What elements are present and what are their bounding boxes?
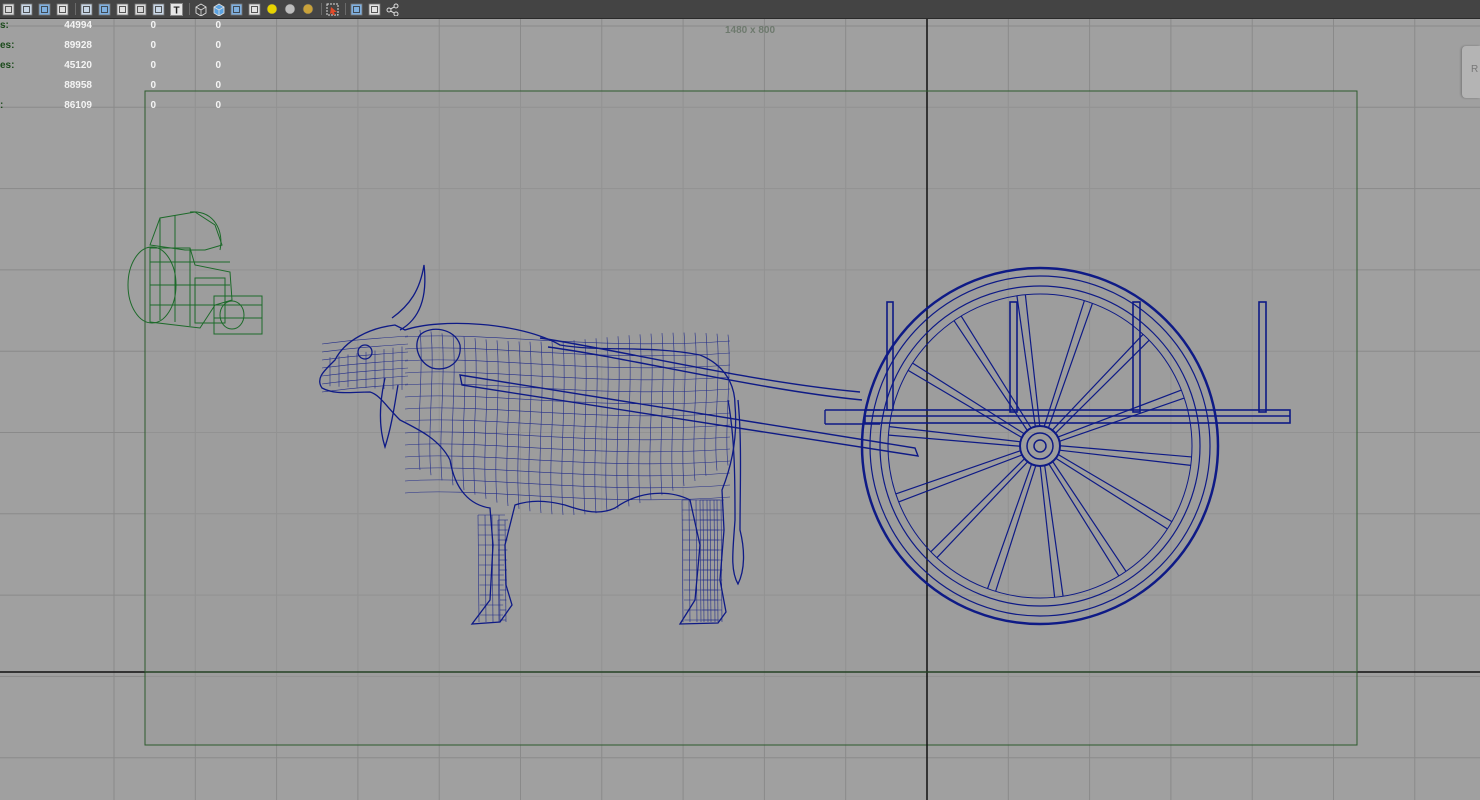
hud-value-selected: 0 bbox=[150, 20, 156, 31]
wireframe-cube-icon[interactable] bbox=[192, 1, 208, 17]
bounding-box-icon[interactable] bbox=[348, 1, 364, 17]
hud-value-objects: 86109 bbox=[64, 100, 92, 111]
hud-value-triangles: 0 bbox=[215, 100, 221, 111]
shadow-sphere-icon[interactable] bbox=[282, 1, 298, 17]
viewport-toolbar: T bbox=[0, 0, 1480, 19]
wireframe-shading-icon[interactable] bbox=[78, 1, 94, 17]
hud-row-label: : bbox=[0, 100, 4, 111]
hud-row-label: es: bbox=[0, 60, 15, 71]
camera-viewport[interactable]: 1480 x 800 bbox=[0, 19, 1480, 800]
hud-value-objects: 88958 bbox=[64, 80, 92, 91]
hud-row-label: es: bbox=[0, 40, 15, 51]
hud-value-objects: 45120 bbox=[64, 60, 92, 71]
safe-title-icon[interactable] bbox=[150, 1, 166, 17]
text-overlay-icon[interactable]: T bbox=[168, 1, 184, 17]
film-gate-icon[interactable] bbox=[0, 1, 16, 17]
hud-value-triangles: 0 bbox=[215, 20, 221, 31]
field-chart-icon[interactable] bbox=[114, 1, 130, 17]
gate-mask-icon[interactable] bbox=[36, 1, 52, 17]
frame-all-icon[interactable] bbox=[366, 1, 382, 17]
hud-value-triangles: 0 bbox=[215, 40, 221, 51]
default-light-icon[interactable] bbox=[264, 1, 280, 17]
svg-text:T: T bbox=[173, 5, 179, 16]
joints-icon[interactable] bbox=[384, 1, 400, 17]
hud-value-triangles: 0 bbox=[215, 80, 221, 91]
safe-action-icon[interactable] bbox=[132, 1, 148, 17]
xray-icon[interactable] bbox=[246, 1, 262, 17]
hud-row-label: s: bbox=[0, 20, 9, 31]
viewport-caption bbox=[660, 793, 840, 800]
hud-value-selected: 0 bbox=[150, 100, 156, 111]
resolution-gate bbox=[144, 90, 1358, 746]
textured-sphere-icon[interactable] bbox=[300, 1, 316, 17]
side-panel-tab[interactable]: R bbox=[1462, 46, 1480, 98]
side-panel-tab-label: R bbox=[1471, 64, 1479, 75]
hud-value-objects: 44994 bbox=[64, 20, 92, 31]
isolate-select-icon[interactable] bbox=[324, 1, 340, 17]
wireframe-on-shaded-icon[interactable] bbox=[228, 1, 244, 17]
smooth-shade-cube-icon[interactable] bbox=[210, 1, 226, 17]
hud-value-triangles: 0 bbox=[215, 60, 221, 71]
image-plane-icon[interactable] bbox=[18, 1, 34, 17]
hud-value-objects: 89928 bbox=[64, 40, 92, 51]
resolution-label: 1480 x 800 bbox=[725, 25, 775, 36]
resolution-gate-icon[interactable] bbox=[96, 1, 112, 17]
hud-value-selected: 0 bbox=[150, 40, 156, 51]
hud-value-selected: 0 bbox=[150, 60, 156, 71]
hud-value-selected: 0 bbox=[150, 80, 156, 91]
camera-attributes-icon[interactable] bbox=[54, 1, 70, 17]
